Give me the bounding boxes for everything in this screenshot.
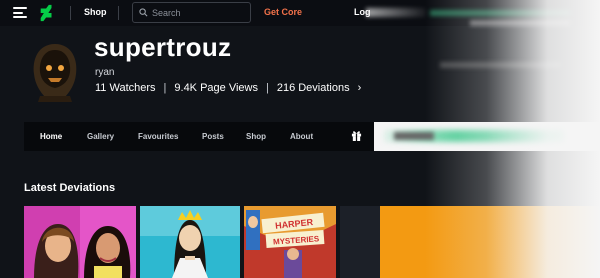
deviation-thumbnail[interactable] (380, 206, 600, 278)
tab-gallery[interactable]: Gallery (87, 132, 114, 141)
shop-link[interactable]: Shop (84, 7, 107, 17)
watchers-count[interactable]: 11 Watchers (95, 82, 156, 94)
menu-icon[interactable] (13, 7, 27, 18)
profile-stats[interactable]: 11 Watchers | 9.4K Page Views | 216 Devi… (95, 82, 361, 94)
gift-icon[interactable] (351, 130, 362, 141)
deviation-thumbnail[interactable]: HARPER MYSTERIES (244, 206, 336, 278)
tab-home[interactable]: Home (40, 132, 62, 141)
divider (70, 6, 71, 20)
page-views-count: 9.4K Page Views (174, 82, 258, 94)
search-icon (139, 8, 148, 17)
divider (118, 6, 119, 20)
tab-posts[interactable]: Posts (202, 132, 224, 141)
motion-blur (440, 62, 560, 68)
deviation-thumbnail[interactable] (140, 206, 240, 278)
motion-blur (366, 8, 426, 17)
deviation-thumbnail[interactable] (24, 206, 136, 278)
get-core-link[interactable]: Get Core (264, 7, 302, 17)
motion-blur (374, 122, 600, 151)
deviation-thumbnail[interactable] (340, 206, 380, 278)
tab-about[interactable]: About (290, 132, 313, 141)
deviantart-logo-icon[interactable] (38, 4, 56, 22)
real-name: ryan (95, 67, 115, 78)
chevron-right-icon[interactable]: › (358, 82, 362, 94)
stat-separator: | (265, 82, 269, 94)
tab-shop[interactable]: Shop (246, 132, 266, 141)
tab-favourites[interactable]: Favourites (138, 132, 178, 141)
motion-blur (430, 10, 570, 16)
latest-deviations-heading: Latest Deviations (24, 182, 116, 194)
avatar[interactable] (26, 40, 84, 102)
search-input[interactable] (152, 6, 248, 20)
motion-blur (470, 20, 570, 26)
search-box[interactable] (132, 2, 251, 23)
deviations-count[interactable]: 216 Deviations (277, 82, 350, 94)
stat-separator: | (163, 82, 167, 94)
username: supertrouz (94, 32, 232, 62)
profile-tab-bar: Home Gallery Favourites Posts Shop About (24, 122, 374, 151)
